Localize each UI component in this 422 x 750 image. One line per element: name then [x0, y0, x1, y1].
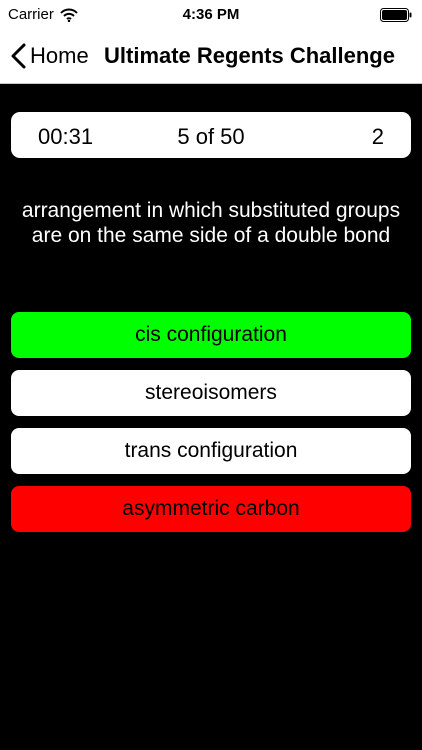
- answer-button-3[interactable]: trans configuration: [11, 428, 411, 474]
- chevron-left-icon: [11, 43, 26, 69]
- navigation-bar: Home Ultimate Regents Challenge: [0, 30, 422, 84]
- question-progress: 5 of 50: [177, 124, 245, 149]
- answer-button-1[interactable]: cis configuration: [11, 312, 411, 358]
- question-text: arrangement in which substituted groups …: [21, 199, 401, 247]
- status-time: 4:36 PM: [182, 6, 240, 23]
- back-button[interactable]: Home: [8, 40, 89, 72]
- quiz-stats-card: 00:31 5 of 50 2: [11, 112, 411, 158]
- page-title: Ultimate Regents Challenge: [104, 43, 395, 68]
- status-bar: Carrier 4:36 PM: [0, 0, 422, 30]
- answer-button-2[interactable]: stereoisomers: [11, 370, 411, 416]
- answer-button-4[interactable]: asymmetric carbon: [11, 486, 411, 532]
- score: 2: [371, 124, 384, 149]
- back-label: Home: [30, 43, 89, 68]
- battery-icon: [380, 8, 412, 22]
